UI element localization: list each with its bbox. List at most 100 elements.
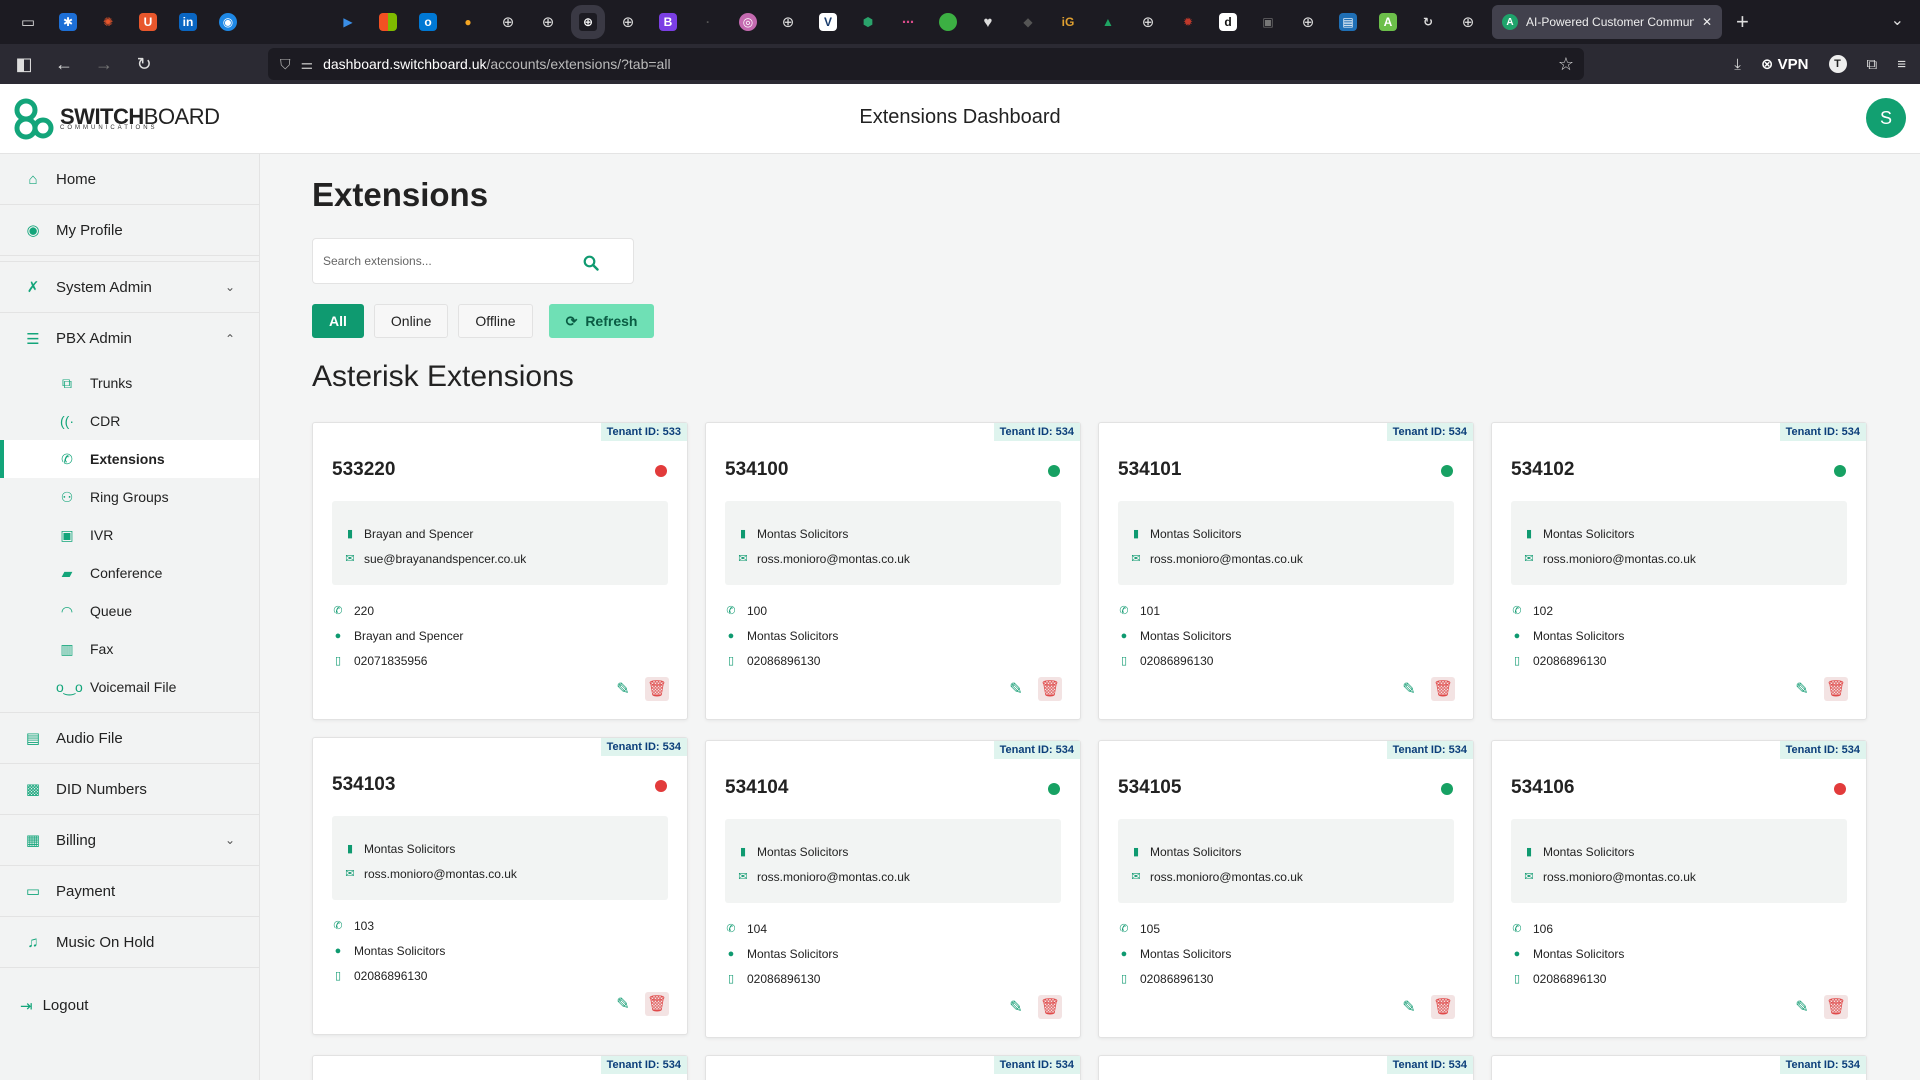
edit-icon[interactable]: ✎ (1004, 995, 1028, 1019)
sidebar-item-did-numbers[interactable]: ▩ DID Numbers (0, 764, 259, 815)
trash-icon[interactable]: 🗑 (1824, 995, 1848, 1019)
tab-favicon[interactable] (368, 0, 408, 44)
tab-favicon[interactable]: ▶ (328, 0, 368, 44)
tab-favicon[interactable] (248, 0, 288, 44)
sidebar-item-voicemail-file[interactable]: o‿o Voicemail File (0, 668, 259, 706)
vpn-button[interactable]: ⊗ VPN (1761, 55, 1809, 73)
new-tab-button[interactable]: + (1736, 9, 1749, 35)
heart-icon[interactable]: ♥ (968, 0, 1008, 44)
sidebar-item-ivr[interactable]: ▣ IVR (0, 516, 259, 554)
sidebar-item-payment[interactable]: ▭ Payment (0, 866, 259, 917)
bookmark-star-icon[interactable]: ☆ (1558, 54, 1574, 75)
trash-icon[interactable]: 🗑 (1038, 995, 1062, 1019)
filter-offline-button[interactable]: Offline (458, 304, 533, 338)
profile-icon[interactable]: T (1828, 55, 1847, 73)
globe-icon[interactable]: ⊕ (1128, 0, 1168, 44)
tab-favicon[interactable] (928, 0, 968, 44)
tab-favicon[interactable]: ↻ (1408, 0, 1448, 44)
sidebar-item-system-admin[interactable]: ✗ System Admin ⌄ (0, 262, 259, 313)
tab-favicon[interactable] (288, 0, 328, 44)
sidebar-item-queue[interactable]: ◠ Queue (0, 592, 259, 630)
list-all-tabs-icon[interactable]: ⌄ (1891, 10, 1904, 30)
site-info-icon[interactable]: ⚌ (301, 56, 314, 73)
globe-icon[interactable]: ⊕ (1448, 0, 1488, 44)
tab-favicon[interactable]: ⬢ (848, 0, 888, 44)
tab-favicon[interactable]: B (648, 0, 688, 44)
tab-favicon[interactable]: in (168, 0, 208, 44)
extensions-icon[interactable]: ⧉ (1867, 56, 1878, 73)
sidebar-item-music-on-hold[interactable]: ♫ Music On Hold (0, 917, 259, 968)
tab-favicon[interactable]: iG (1048, 0, 1088, 44)
shield-icon[interactable]: ⛉ (280, 56, 291, 73)
sidebar-item-billing[interactable]: ▦ Billing ⌄ (0, 815, 259, 866)
chevron-down-icon[interactable]: ⌄ (225, 280, 235, 294)
tab-overview-icon[interactable]: ▭ (8, 0, 48, 44)
tab-favicon[interactable]: U (128, 0, 168, 44)
tab-favicon[interactable]: ✱ (48, 0, 88, 44)
edit-icon[interactable]: ✎ (1790, 677, 1814, 701)
user-avatar[interactable]: S (1866, 98, 1906, 138)
sidebar-item-logout[interactable]: ⇥ Logout (0, 980, 259, 1031)
globe-icon[interactable]: ⊕ (1288, 0, 1328, 44)
tab-favicon[interactable]: ● (448, 0, 488, 44)
trash-icon[interactable]: 🗑 (1038, 677, 1062, 701)
search-icon[interactable] (583, 255, 599, 271)
globe-icon[interactable]: ⊕ (528, 0, 568, 44)
sidebar-item-fax[interactable]: ▥ Fax (0, 630, 259, 668)
sidebar-item-pbx-admin[interactable]: ☰ PBX Admin ⌃ (0, 313, 259, 364)
trash-icon[interactable]: 🗑 (645, 992, 669, 1016)
tab-favicon[interactable]: V (808, 0, 848, 44)
edit-icon[interactable]: ✎ (611, 992, 635, 1016)
sidebar-item-ring-groups[interactable]: ⚇ Ring Groups (0, 478, 259, 516)
sidebar-item-conference[interactable]: ▰ Conference (0, 554, 259, 592)
tab-favicon[interactable]: · (688, 0, 728, 44)
tab-active-page[interactable]: A AI-Powered Customer Commun ✕ (1492, 5, 1722, 39)
tab-favicon[interactable]: ✺ (88, 0, 128, 44)
trash-icon[interactable]: 🗑 (1431, 677, 1455, 701)
chevron-up-icon[interactable]: ⌃ (225, 332, 235, 346)
menu-icon[interactable]: ≡ (1897, 56, 1906, 73)
globe-icon[interactable]: ⊕ (568, 0, 608, 44)
sidebar-item-cdr[interactable]: ((· CDR (0, 402, 259, 440)
globe-icon[interactable]: ⊕ (488, 0, 528, 44)
sidebar-item-home[interactable]: ⌂ Home (0, 154, 259, 205)
tab-favicon[interactable]: A (1368, 0, 1408, 44)
sidebar-item-audio-file[interactable]: ▤ Audio File (0, 713, 259, 764)
globe-icon[interactable]: ⊕ (768, 0, 808, 44)
sidebar-item-extensions[interactable]: ✆ Extensions (0, 440, 259, 478)
reload-button[interactable]: ↻ (124, 54, 164, 75)
tab-favicon[interactable]: ◉ (208, 0, 248, 44)
trash-icon[interactable]: 🗑 (1824, 677, 1848, 701)
edit-icon[interactable]: ✎ (1790, 995, 1814, 1019)
sidebar-toggle-icon[interactable]: ◧ (4, 54, 44, 75)
tab-favicon[interactable]: ▲ (1088, 0, 1128, 44)
url-text[interactable]: dashboard.switchboard.uk/accounts/extens… (323, 56, 671, 72)
download-icon[interactable]: ⤓ (1734, 56, 1741, 73)
close-tab-icon[interactable]: ✕ (1702, 15, 1712, 29)
address-bar[interactable]: ⛉ ⚌ dashboard.switchboard.uk/accounts/ex… (268, 48, 1584, 80)
tab-favicon[interactable]: ⋯ (888, 0, 928, 44)
sidebar-item-my-profile[interactable]: ◉ My Profile (0, 205, 259, 256)
back-button[interactable]: ← (44, 54, 84, 75)
filter-all-button[interactable]: All (312, 304, 364, 338)
trash-icon[interactable]: 🗑 (1431, 995, 1455, 1019)
tab-favicon[interactable]: ✹ (1168, 0, 1208, 44)
edit-icon[interactable]: ✎ (1397, 677, 1421, 701)
filter-online-button[interactable]: Online (373, 304, 449, 338)
forward-button[interactable]: → (84, 54, 124, 75)
tab-favicon[interactable]: ◎ (728, 0, 768, 44)
globe-icon[interactable]: ⊕ (608, 0, 648, 44)
tab-favicon[interactable]: ▤ (1328, 0, 1368, 44)
tab-favicon[interactable]: o (408, 0, 448, 44)
edit-icon[interactable]: ✎ (1397, 995, 1421, 1019)
tab-favicon[interactable]: d (1208, 0, 1248, 44)
edit-icon[interactable]: ✎ (1004, 677, 1028, 701)
search-input[interactable] (323, 254, 563, 268)
trash-icon[interactable]: 🗑 (645, 677, 669, 701)
edit-icon[interactable]: ✎ (611, 677, 635, 701)
refresh-button[interactable]: ⟳ Refresh (548, 304, 655, 338)
tab-favicon[interactable]: ▣ (1248, 0, 1288, 44)
sidebar-item-trunks[interactable]: ⧉ Trunks (0, 364, 259, 402)
chevron-down-icon[interactable]: ⌄ (225, 833, 235, 847)
tab-favicon[interactable]: ◆ (1008, 0, 1048, 44)
